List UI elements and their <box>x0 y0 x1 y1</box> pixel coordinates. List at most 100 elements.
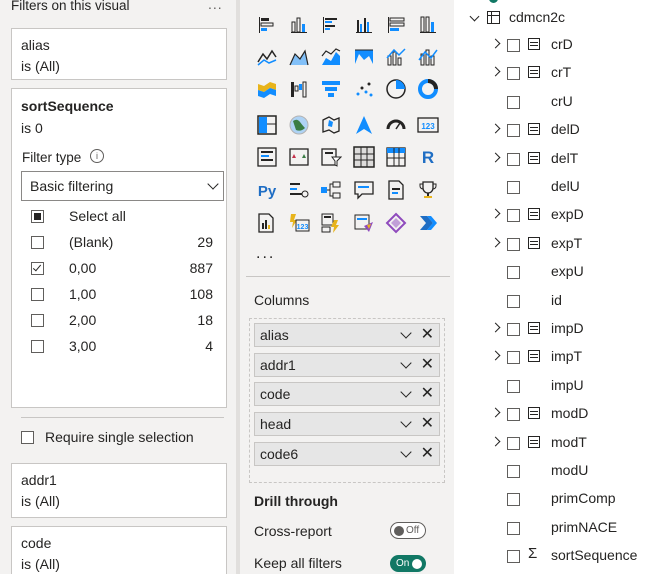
scatter-icon[interactable] <box>352 77 376 101</box>
field-item-impd[interactable]: impD <box>454 318 657 342</box>
cross-report-toggle[interactable]: Off <box>390 522 426 539</box>
checkbox[interactable] <box>507 181 520 194</box>
checkbox[interactable] <box>31 314 44 327</box>
azure-map-icon[interactable] <box>352 113 376 137</box>
field-item-delu[interactable]: delU <box>454 176 657 200</box>
pie-icon[interactable] <box>384 77 408 101</box>
card-icon[interactable]: 123 <box>416 113 440 137</box>
chevron-down-icon[interactable] <box>400 327 412 339</box>
field-item-deld[interactable]: delD <box>454 119 657 143</box>
multirow-card-icon[interactable] <box>255 145 279 169</box>
checkbox[interactable] <box>507 266 520 280</box>
chevron-right-icon[interactable] <box>490 322 501 333</box>
filter-card-addr1[interactable]: addr1 is (All) <box>11 463 227 518</box>
checkbox[interactable] <box>507 294 520 308</box>
gauge-icon[interactable] <box>384 113 408 137</box>
checkbox[interactable] <box>31 288 44 301</box>
chevron-visual-icon[interactable] <box>416 211 440 235</box>
table-node[interactable]: cdmcn2c <box>454 7 657 31</box>
qa-icon[interactable] <box>352 178 376 202</box>
remove-icon[interactable]: ✕ <box>421 413 434 433</box>
paginated-report-icon[interactable] <box>255 211 279 235</box>
field-pill[interactable]: code6 ✕ <box>254 442 440 466</box>
chevron-right-icon[interactable] <box>490 407 501 418</box>
chevron-down-icon[interactable] <box>400 446 412 458</box>
table-icon[interactable] <box>352 145 376 169</box>
treemap-icon[interactable] <box>255 113 279 137</box>
100-column-icon[interactable] <box>416 13 440 37</box>
checkbox[interactable] <box>507 379 520 393</box>
custom-visual-icon[interactable] <box>352 211 376 235</box>
diamond-visual-icon[interactable] <box>384 211 408 235</box>
remove-icon[interactable]: ✕ <box>421 324 434 344</box>
metrics-icon[interactable] <box>416 178 440 202</box>
field-item-expd[interactable]: expD <box>454 204 657 228</box>
checkbox[interactable] <box>31 210 44 223</box>
checkbox[interactable] <box>507 237 520 251</box>
field-pill[interactable]: addr1 ✕ <box>254 353 440 377</box>
checkbox[interactable] <box>507 550 520 564</box>
filter-card-code[interactable]: code is (All) <box>11 526 227 574</box>
stacked-column-icon[interactable] <box>287 13 311 37</box>
field-item-primcomp[interactable]: primComp <box>454 488 657 512</box>
kpi-icon[interactable] <box>287 145 311 169</box>
field-item-primnace[interactable]: primNACE <box>454 517 657 541</box>
chevron-right-icon[interactable] <box>490 66 501 77</box>
more-visuals-button[interactable]: ... <box>256 245 275 263</box>
field-pill[interactable]: alias ✕ <box>254 323 440 347</box>
checkbox[interactable] <box>507 351 520 365</box>
slicer-icon[interactable] <box>319 145 343 169</box>
ribbon-icon[interactable] <box>255 77 279 101</box>
donut-icon[interactable] <box>416 77 440 101</box>
checkbox[interactable] <box>507 152 520 166</box>
checkbox[interactable] <box>507 436 520 450</box>
field-item-delt[interactable]: delT <box>454 148 657 172</box>
filter-type-dropdown[interactable]: Basic filtering <box>21 171 224 201</box>
field-item-sortsequence[interactable]: ΣsortSequence <box>454 545 657 569</box>
smart-narrative-icon[interactable] <box>384 178 408 202</box>
power-automate-icon[interactable] <box>319 211 343 235</box>
checkbox[interactable] <box>21 431 34 444</box>
checkbox[interactable] <box>31 340 44 353</box>
line-chart-icon[interactable] <box>255 45 279 69</box>
matrix-icon[interactable] <box>384 145 408 169</box>
chevron-right-icon[interactable] <box>490 38 501 49</box>
line-column-icon[interactable] <box>384 45 408 69</box>
remove-icon[interactable]: ✕ <box>421 383 434 403</box>
line-clustered-icon[interactable] <box>416 45 440 69</box>
chevron-down-icon[interactable] <box>400 416 412 428</box>
option-3-00[interactable]: 3,00 4 <box>31 338 221 358</box>
checkbox[interactable] <box>507 124 520 138</box>
field-item-impt[interactable]: impT <box>454 346 657 370</box>
stacked-bar-icon[interactable] <box>255 13 279 37</box>
checkbox[interactable] <box>507 39 520 52</box>
stacked-area-icon[interactable] <box>319 45 343 69</box>
chevron-down-icon[interactable] <box>400 386 412 398</box>
option-0-00[interactable]: 0,00 887 <box>31 260 221 280</box>
checkbox[interactable] <box>507 67 520 81</box>
chevron-down-icon[interactable] <box>400 357 412 369</box>
checkbox[interactable] <box>507 521 520 535</box>
more-options-button[interactable]: ... <box>208 0 223 12</box>
field-item-id[interactable]: id <box>454 290 657 314</box>
funnel-icon[interactable] <box>319 77 343 101</box>
field-item-modd[interactable]: modD <box>454 403 657 427</box>
checkbox[interactable] <box>507 493 520 507</box>
100-bar-icon[interactable] <box>384 13 408 37</box>
option-1-00[interactable]: 1,00 108 <box>31 286 221 306</box>
map-icon[interactable] <box>287 113 311 137</box>
remove-icon[interactable]: ✕ <box>421 443 434 463</box>
python-visual-icon[interactable]: Py <box>255 178 279 202</box>
decomposition-tree-icon[interactable] <box>319 178 343 202</box>
chevron-right-icon[interactable] <box>490 152 501 163</box>
chevron-right-icon[interactable] <box>490 208 501 219</box>
clustered-bar-icon[interactable] <box>319 13 343 37</box>
field-pill[interactable]: head ✕ <box>254 412 440 436</box>
field-item-cru[interactable]: crU <box>454 91 657 115</box>
key-influencers-icon[interactable] <box>287 178 311 202</box>
checkbox[interactable] <box>31 236 44 249</box>
area-chart-icon[interactable] <box>287 45 311 69</box>
keep-all-filters-toggle[interactable]: On <box>390 555 426 572</box>
chevron-right-icon[interactable] <box>490 350 501 361</box>
power-apps-icon[interactable]: 123 <box>287 211 311 235</box>
